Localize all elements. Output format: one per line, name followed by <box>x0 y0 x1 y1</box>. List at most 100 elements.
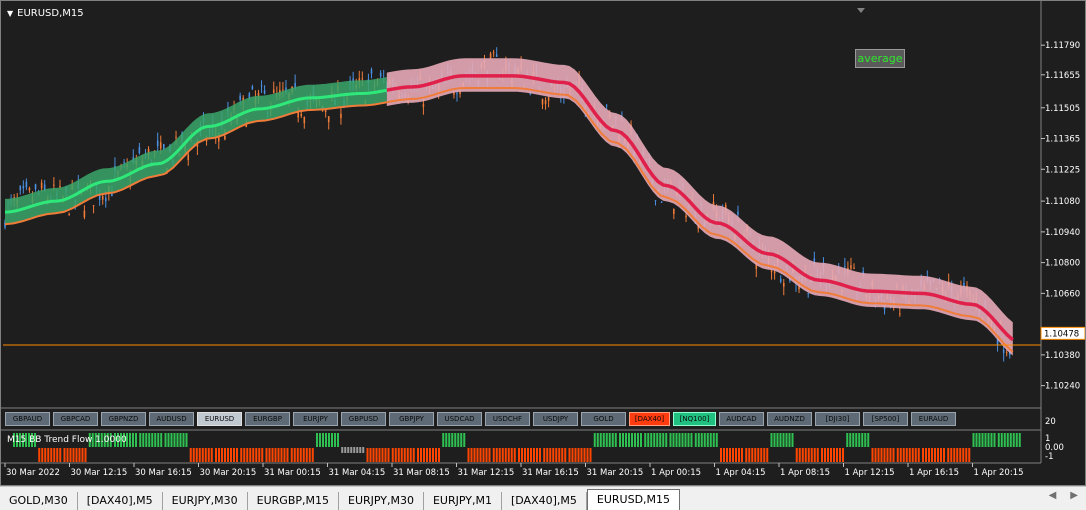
signal-bar <box>956 448 959 462</box>
y-tick-label: 1.10380 <box>1045 351 1080 361</box>
signal-bar <box>142 433 145 447</box>
signal-bar <box>640 433 642 447</box>
x-tick-label: 31 Mar 20:15 <box>587 468 644 478</box>
candle-body <box>282 89 284 91</box>
candle-body <box>422 104 425 107</box>
signal-bar <box>84 448 87 462</box>
candle-body <box>340 113 342 119</box>
signal-bar <box>564 448 567 462</box>
chart-tab[interactable]: [DAX40],M5 <box>78 492 163 510</box>
signal-bar <box>255 448 258 462</box>
symbol-button-gbpnzd[interactable]: GBPNZD <box>101 412 146 426</box>
y-tick-label: 1.11790 <box>1045 41 1080 51</box>
signal-bar <box>167 433 170 447</box>
signal-bar <box>69 448 72 462</box>
tab-scroll-arrows[interactable]: ◀ ▶ <box>1049 490 1078 501</box>
symbol-button-eurjpy[interactable]: EURJPY <box>293 412 338 426</box>
candle-body <box>370 69 373 74</box>
symbol-button-nq100[interactable]: [NQ100] <box>673 412 716 426</box>
symbol-button-usdcad[interactable]: USDCAD <box>437 412 482 426</box>
signal-bar <box>568 448 571 462</box>
signal-bar <box>210 448 213 462</box>
candle-body <box>327 116 330 123</box>
signal-bar <box>827 448 829 462</box>
signal-bar <box>460 433 463 447</box>
symbol-button-sp500[interactable]: [SP500] <box>863 412 908 426</box>
signal-bar <box>839 448 841 462</box>
x-tick-label: 31 Mar 00:15 <box>264 468 321 478</box>
candle-body <box>163 144 165 150</box>
signal-bar <box>681 433 684 447</box>
symbol-button-gbpaud[interactable]: GBPAUD <box>5 412 50 426</box>
signal-bar <box>729 448 731 462</box>
chart-tab[interactable]: EURJPY,M30 <box>339 492 424 510</box>
candle-body <box>1002 349 1005 353</box>
signal-bar <box>302 448 305 462</box>
signal-bar <box>911 448 914 462</box>
signal-bar <box>776 433 779 447</box>
symbol-button-gbpcad[interactable]: GBPCAD <box>53 412 98 426</box>
signal-bar <box>653 433 656 447</box>
y-tick-label: 1.11505 <box>1045 104 1080 114</box>
symbol-button-usdjpy[interactable]: USDJPY <box>533 412 578 426</box>
x-tick-label: 1 Apr 16:15 <box>909 468 959 478</box>
symbol-button-gbpusd[interactable]: GBPUSD <box>341 412 386 426</box>
signal-bar <box>319 433 321 447</box>
signal-bar <box>521 448 523 462</box>
signal-bar <box>972 433 975 447</box>
signal-bar <box>429 448 431 462</box>
signal-bar <box>139 433 142 447</box>
signal-bar <box>331 433 333 447</box>
candle-body <box>324 109 327 113</box>
symbol-button-dji30[interactable]: [DJI30] <box>815 412 860 426</box>
chart-tab[interactable]: EURJPY,M30 <box>163 492 248 510</box>
signal-bar <box>631 433 633 447</box>
signal-bar <box>132 433 134 447</box>
signal-bar <box>965 448 968 462</box>
chart-tab[interactable]: EURUSD,M15 <box>586 489 681 510</box>
symbol-button-gold[interactable]: GOLD <box>581 412 626 426</box>
signal-bar <box>766 448 769 462</box>
chart-tab[interactable]: EURJPY,M1 <box>424 492 502 510</box>
signal-bar <box>372 448 375 462</box>
chart-tab[interactable]: [DAX40],M5 <box>502 492 587 510</box>
signal-bar <box>801 448 804 462</box>
signal-bar <box>760 448 763 462</box>
symbol-button-eurusd[interactable]: EURUSD <box>197 412 242 426</box>
symbol-button-audnzd[interactable]: AUDNZD <box>767 412 812 426</box>
signal-bar <box>675 433 678 447</box>
chart-tab[interactable]: EURGBP,M15 <box>248 492 339 510</box>
x-tick-label: 31 Mar 04:15 <box>329 468 386 478</box>
signal-bar <box>274 448 277 462</box>
price-axis: 1.11790 1.11655 1.11505 1.11365 1.11225 1.110… <box>1040 41 1085 392</box>
signal-bar <box>271 448 274 462</box>
chart-tab[interactable]: GOLD,M30 <box>0 492 78 510</box>
candle-body <box>101 196 104 200</box>
symbol-button-audcad[interactable]: AUDCAD <box>719 412 764 426</box>
signal-bar <box>463 433 466 447</box>
symbol-button-dax40[interactable]: [DAX40] <box>629 412 670 426</box>
symbol-button-gbpjpy[interactable]: GBPJPY <box>389 412 434 426</box>
signal-bar <box>38 448 41 462</box>
symbol-button-eurgbp[interactable]: EURGBP <box>245 412 290 426</box>
signal-bar <box>277 448 280 462</box>
candle-body <box>456 93 458 95</box>
candle-body <box>807 293 810 295</box>
average-button[interactable]: average <box>855 49 905 68</box>
candle-body <box>263 90 266 94</box>
signal-bar <box>833 448 835 462</box>
indicator-scale: 2010.00-1 <box>1045 417 1064 462</box>
signal-bar <box>712 433 715 447</box>
chart-window[interactable]: 1.11790 1.11655 1.11505 1.11365 1.11225 1.110… <box>0 0 1086 486</box>
signal-bar <box>738 448 740 462</box>
symbol-button-euraud[interactable]: EURAUD <box>911 412 956 426</box>
signal-bar <box>650 433 653 447</box>
symbol-button-usdchf[interactable]: USDCHF <box>485 412 530 426</box>
signal-bar <box>555 448 558 462</box>
symbol-button-audusd[interactable]: AUDUSD <box>149 412 194 426</box>
signal-bar <box>735 448 737 462</box>
signal-bar <box>611 433 614 447</box>
candle-body <box>28 188 31 191</box>
signal-bar <box>265 448 268 462</box>
signal-bar <box>997 433 1000 447</box>
